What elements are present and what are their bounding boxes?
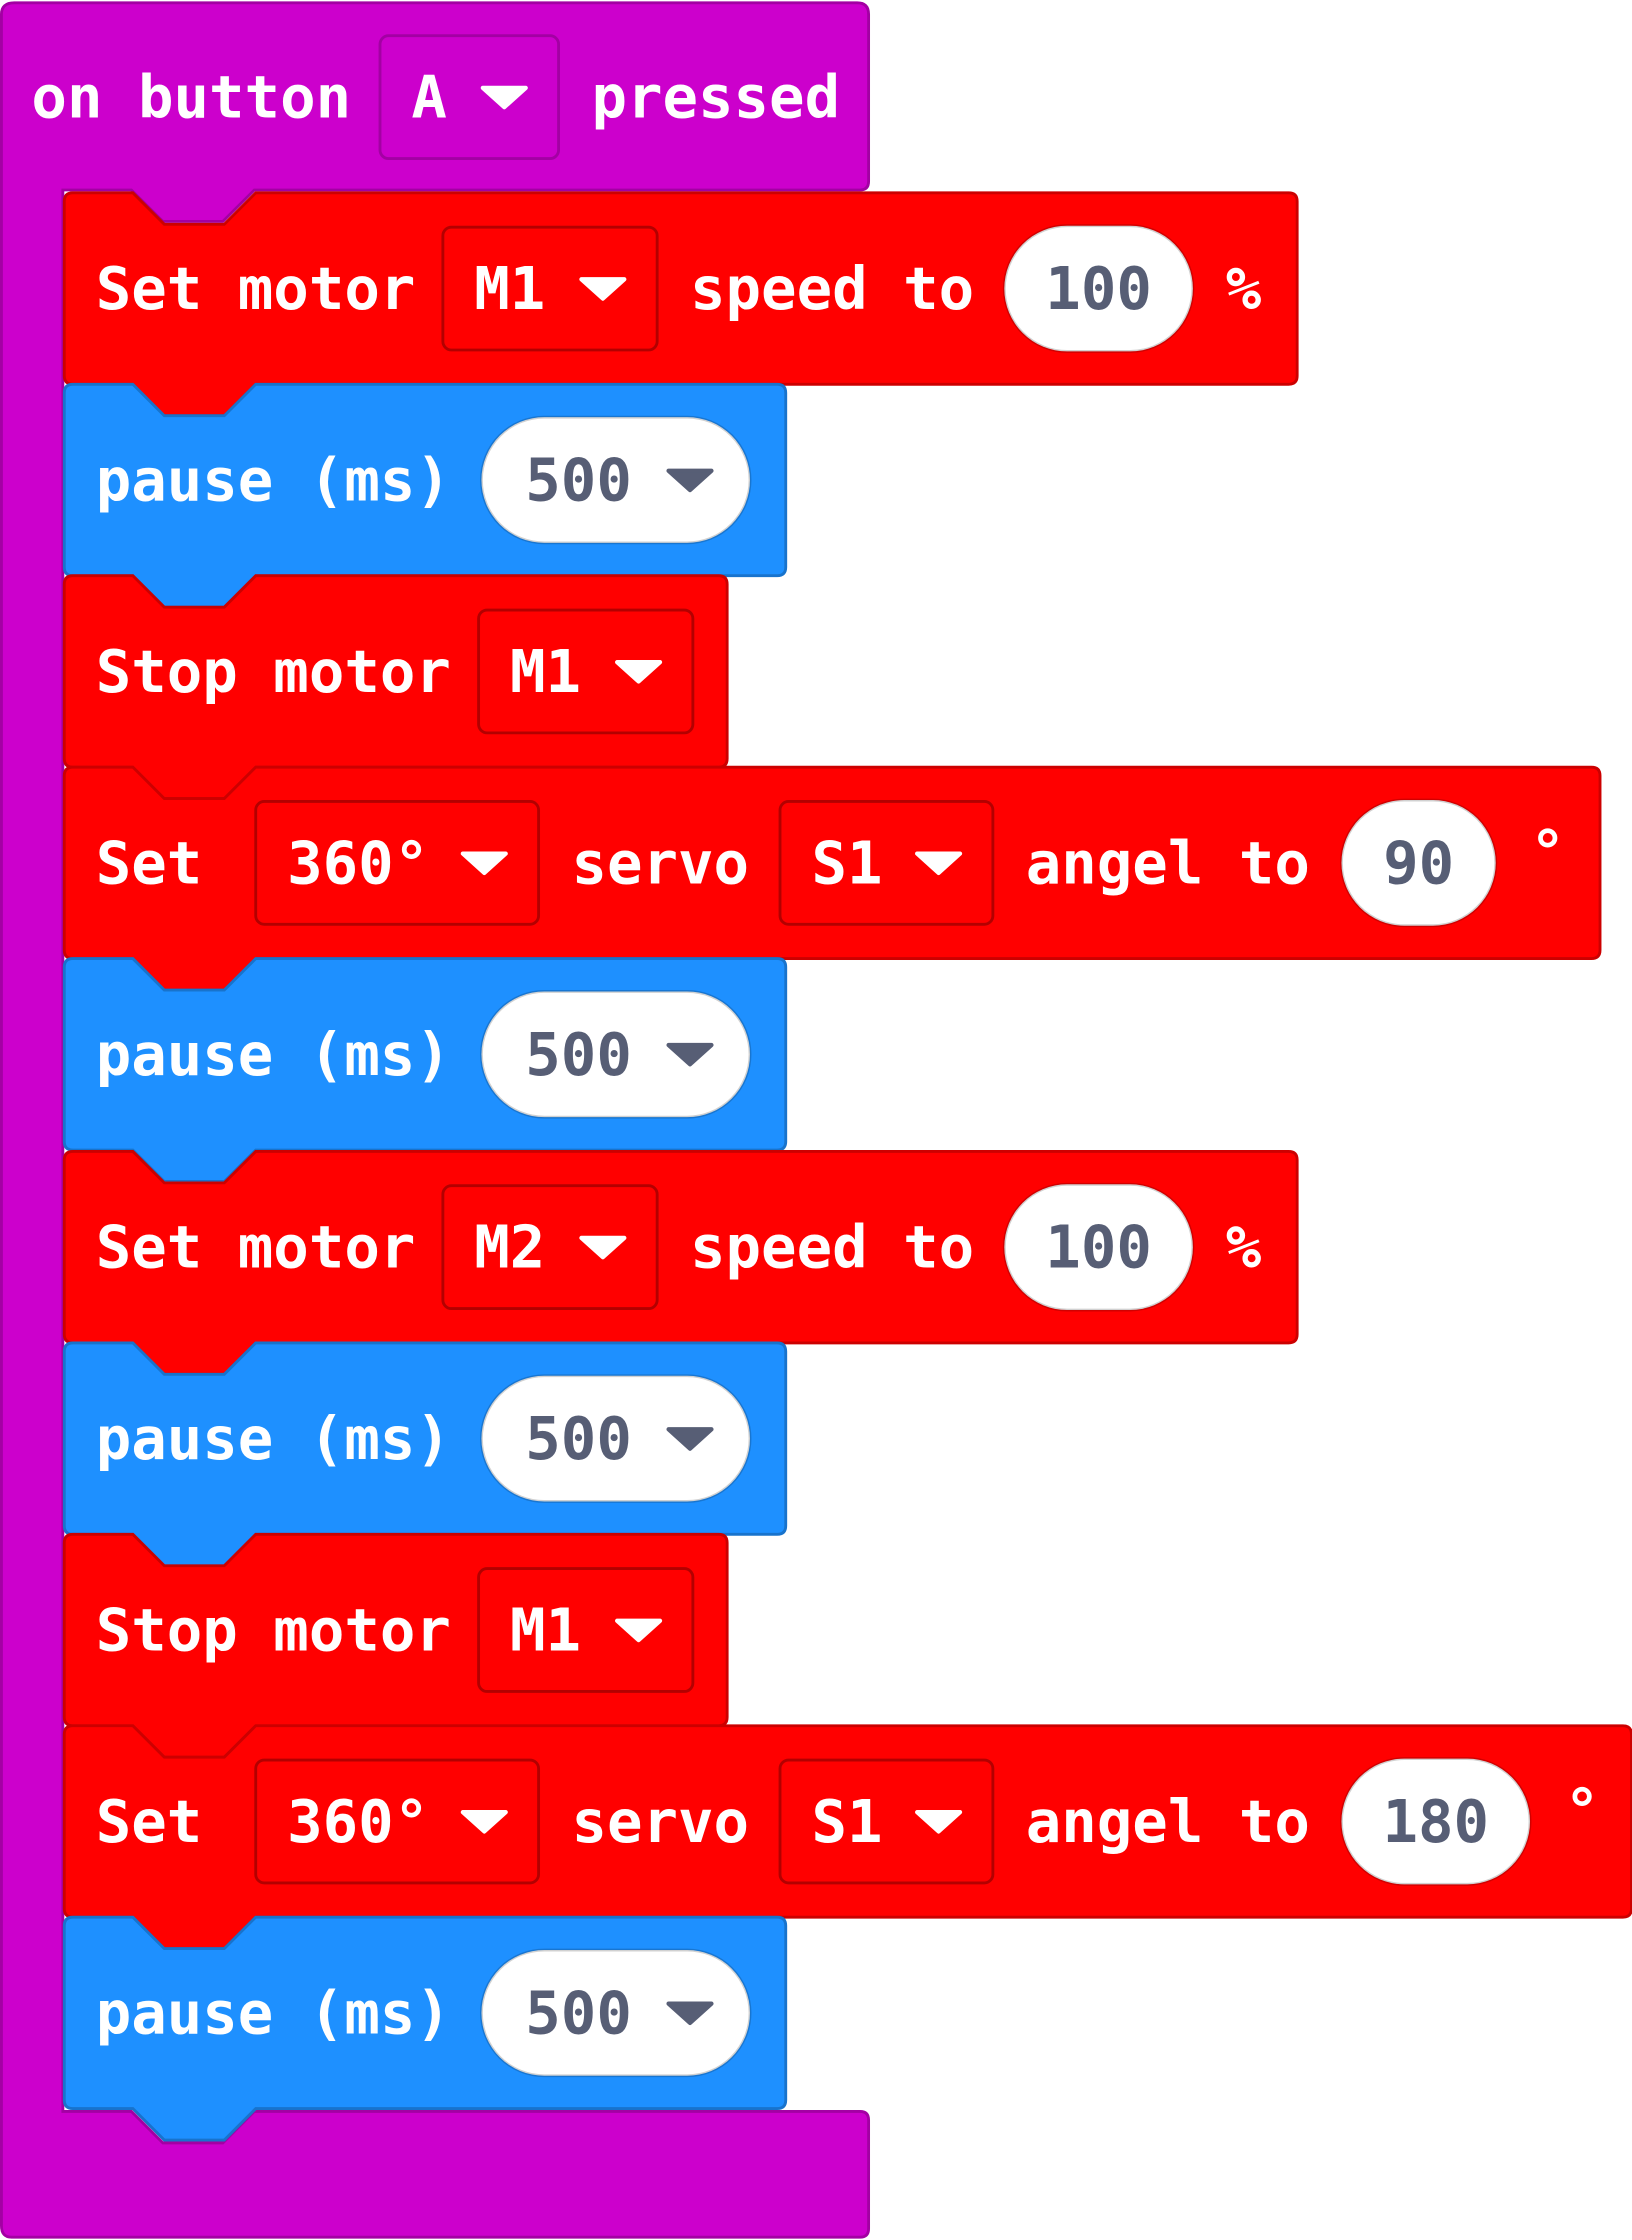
speed-value-input[interactable]: 100 [1002, 224, 1195, 353]
set-servo-block[interactable]: Set 360° servo S1 angel to 90 ° [62, 765, 1602, 992]
set-motor-label: Set motor [96, 1213, 416, 1282]
speed-value-input-value: 100 [1045, 1213, 1152, 1282]
pause-block[interactable]: pause (ms) 500 [62, 382, 788, 609]
degree-label: ° [1564, 1776, 1600, 1845]
servo-dropdown-value: S1 [811, 1787, 882, 1856]
pause-duration-dropdown-value: 500 [525, 1020, 632, 1089]
pause-duration-dropdown[interactable]: 500 [480, 1374, 752, 1503]
motor-dropdown-value: M1 [510, 637, 581, 706]
motor-dropdown-value: M1 [510, 1596, 581, 1665]
event-label-on-button: on button [31, 63, 351, 132]
speed-to-label: speed to [690, 1213, 974, 1282]
pause-label: pause (ms) [96, 1978, 451, 2047]
angle-value-input[interactable]: 180 [1340, 1757, 1532, 1886]
servo-label: servo [571, 1787, 749, 1856]
pause-duration-dropdown[interactable]: 500 [480, 1948, 752, 2078]
percent-label: % [1226, 254, 1262, 323]
pause-label: pause (ms) [96, 1404, 451, 1473]
angel-to-label: angel to [1026, 828, 1310, 897]
pause-duration-dropdown-value: 500 [525, 1978, 632, 2047]
stop-motor-label: Stop motor [96, 1596, 451, 1665]
angel-to-label: angel to [1026, 1787, 1310, 1856]
angle-value-input[interactable]: 90 [1340, 798, 1498, 928]
speed-to-label: speed to [690, 254, 974, 323]
stop-motor-label: Stop motor [96, 637, 451, 706]
set-motor-label: Set motor [96, 254, 416, 323]
percent-label: % [1226, 1213, 1262, 1282]
pause-block[interactable]: pause (ms) 500 [62, 957, 788, 1183]
blocks-workspace: on button Apressed Set motor M1 speed to 100%… [0, 1, 1632, 2239]
stop-motor-block[interactable]: Stop motor M1 [62, 1532, 729, 1759]
button-dropdown-value: A [411, 63, 447, 132]
pause-block[interactable]: pause (ms) 500 [62, 1915, 788, 2142]
servo-label: servo [571, 828, 749, 897]
servo-type-dropdown-value: 360° [287, 828, 429, 897]
set-servo-block[interactable]: Set 360° servo S1 angel to 180 ° [62, 1724, 1632, 1951]
angle-value-input-value: 180 [1382, 1787, 1489, 1856]
event-label-pressed: pressed [591, 63, 840, 132]
pause-block[interactable]: pause (ms) 500 [62, 1341, 788, 1568]
set-motor-block[interactable]: Set motor M1 speed to 100% [62, 191, 1299, 418]
speed-value-input[interactable]: 100 [1002, 1182, 1195, 1312]
servo-type-dropdown-value: 360° [287, 1787, 429, 1856]
servo-dropdown-value: S1 [811, 828, 882, 897]
set-servo-label: Set [96, 828, 203, 897]
pause-label: pause (ms) [96, 446, 451, 515]
set-servo-label: Set [96, 1787, 203, 1856]
degree-label: ° [1530, 817, 1566, 886]
pause-label: pause (ms) [96, 1020, 451, 1089]
motor-dropdown-value: M2 [474, 1213, 545, 1282]
stop-motor-block[interactable]: Stop motor M1 [62, 574, 729, 801]
speed-value-input-value: 100 [1045, 254, 1152, 323]
pause-duration-dropdown[interactable]: 500 [480, 990, 752, 1119]
pause-duration-dropdown[interactable]: 500 [480, 415, 752, 545]
pause-duration-dropdown-value: 500 [525, 1404, 632, 1473]
angle-value-input-value: 90 [1383, 828, 1454, 897]
set-motor-block[interactable]: Set motor M2 speed to 100% [62, 1150, 1299, 1376]
pause-duration-dropdown-value: 500 [525, 446, 632, 515]
motor-dropdown-value: M1 [474, 254, 545, 323]
